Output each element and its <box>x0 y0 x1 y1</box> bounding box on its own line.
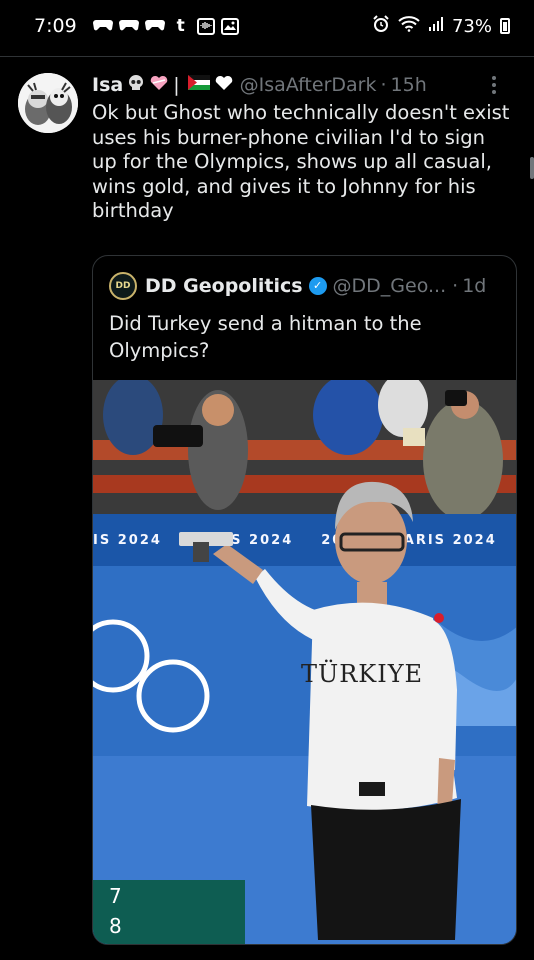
tweet-text: Ok but Ghost who technically doesn't exi… <box>92 101 510 222</box>
white-heart-icon <box>214 74 234 97</box>
status-bar: 7:09 t 73% <box>0 0 534 52</box>
meta-separator: · <box>380 74 387 96</box>
signal-icon <box>428 16 444 37</box>
scoreboard-overlay: 7 8 <box>93 880 245 944</box>
score-digit: 7 <box>109 884 122 908</box>
gamepad-icon <box>118 17 139 35</box>
heart-emoji-icon <box>149 74 169 97</box>
name-separator: | <box>173 74 180 96</box>
image-icon <box>220 17 239 35</box>
author-name[interactable]: Isa <box>92 74 123 96</box>
palestine-flag-icon <box>187 75 210 95</box>
gamepad-icon <box>92 17 113 35</box>
jersey-text: TÜRKIYE <box>301 660 424 688</box>
quoted-tweet-photo[interactable]: IS 2024 PARIS 2024 2024 PARIS 2024 <box>93 380 516 944</box>
author-avatar[interactable] <box>18 73 78 133</box>
quoted-meta-separator: · <box>452 275 459 297</box>
tumblr-icon: t <box>176 16 185 36</box>
quoted-tweet-text: Did Turkey send a hitman to the Olympics… <box>109 312 422 362</box>
more-options-icon[interactable] <box>484 75 504 95</box>
verified-badge-icon: ✓ <box>308 277 327 295</box>
tweet[interactable]: Isa | @IsaAfterDark · 15h Ok but Ghost w… <box>0 57 534 960</box>
quoted-author-avatar: DD <box>109 272 137 300</box>
tweet-header: Isa | @IsaAfterDark · 15h <box>92 71 518 99</box>
gamepad-icon <box>144 17 165 35</box>
voicemail-icon <box>196 17 215 35</box>
alarm-icon <box>372 14 390 38</box>
skull-emoji-icon <box>127 74 145 97</box>
banner-text: IS 2024 <box>93 532 162 548</box>
tweet-time[interactable]: 15h <box>391 74 427 96</box>
clock: 7:09 <box>34 15 77 37</box>
wifi-icon <box>398 15 420 37</box>
quoted-tweet-time: 1d <box>462 275 487 297</box>
athlete-figure <box>179 481 461 940</box>
quoted-tweet-card[interactable]: DD DD Geopolitics ✓ @DD_Geo... · 1d Did … <box>92 255 517 945</box>
quoted-tweet-header: DD DD Geopolitics ✓ @DD_Geo... · 1d <box>109 272 504 300</box>
quoted-author-name: DD Geopolitics <box>145 275 303 297</box>
author-handle[interactable]: @IsaAfterDark <box>240 74 377 96</box>
quoted-author-handle: @DD_Geo... <box>332 275 447 297</box>
scrollbar-thumb[interactable] <box>530 157 534 179</box>
score-digit: 8 <box>109 914 122 938</box>
battery-percent: 73% <box>451 15 492 37</box>
battery-icon <box>500 18 510 34</box>
